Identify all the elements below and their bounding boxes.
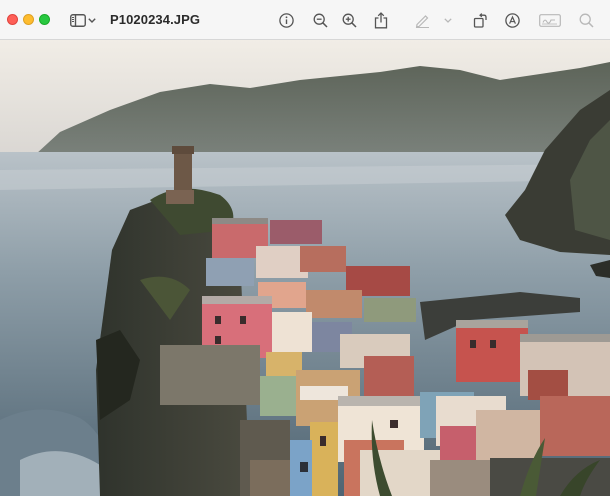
chevron-down-icon [88, 17, 96, 23]
markup-menu-button[interactable] [440, 8, 456, 32]
form-fill-button[interactable] [536, 8, 564, 32]
info-icon [278, 12, 294, 28]
zoom-in-icon [342, 13, 357, 28]
chevron-down-icon [444, 17, 452, 23]
photo-canvas[interactable] [0, 40, 610, 496]
photo-coastal-village-image [0, 40, 610, 496]
rotate-button[interactable] [468, 8, 492, 32]
window-title: P1020234.JPG [110, 12, 201, 27]
markup-circle-icon [504, 12, 520, 28]
preview-window: P1020234.JPG [0, 0, 610, 496]
maximize-window-button[interactable] [39, 14, 50, 25]
minimize-window-button[interactable] [23, 14, 34, 25]
search-button[interactable] [574, 8, 598, 32]
sidebar-menu-button[interactable] [84, 8, 100, 32]
search-icon [579, 13, 594, 28]
close-window-button[interactable] [7, 14, 18, 25]
zoom-out-button[interactable] [308, 8, 332, 32]
share-icon [374, 11, 388, 28]
markup-button[interactable] [500, 8, 524, 32]
markup-pen-button[interactable] [410, 8, 434, 32]
zoom-in-button[interactable] [337, 8, 361, 32]
title-toolbar: P1020234.JPG [0, 0, 610, 40]
share-button[interactable] [369, 8, 393, 32]
pen-icon [415, 14, 429, 28]
signature-icon [539, 13, 561, 27]
info-button[interactable] [274, 8, 298, 32]
zoom-out-icon [313, 13, 328, 28]
rotate-icon [473, 12, 487, 28]
